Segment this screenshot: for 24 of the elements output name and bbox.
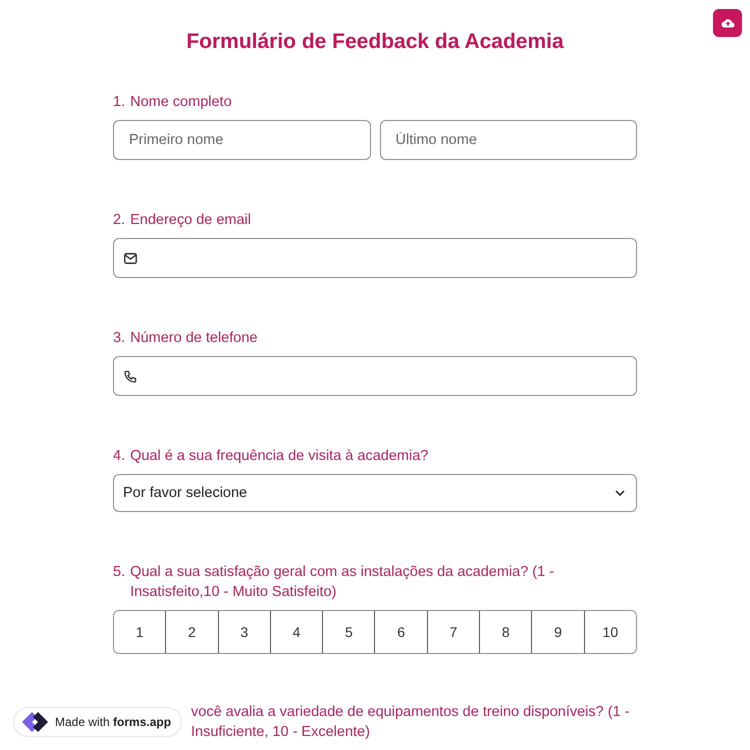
made-with-badge[interactable]: Made with forms.app <box>13 707 182 737</box>
question-label: Nome completo <box>130 93 232 112</box>
logo-icon <box>20 710 50 734</box>
question-label: Número de telefone <box>130 329 258 348</box>
email-field[interactable] <box>113 238 637 278</box>
select-dropdown[interactable]: Por favor selecione <box>113 474 637 512</box>
envelope-icon <box>124 252 137 264</box>
form-title: Formulário de Feedback da Academia <box>185 29 565 54</box>
chevron-down-icon <box>615 490 625 496</box>
question-number: 3. <box>113 329 126 348</box>
cloud-upload-icon <box>720 17 734 29</box>
input-field[interactable]: Primeiro nome <box>113 120 370 160</box>
phone-icon <box>124 370 137 382</box>
question-label: você avalia a variedade de equipamentos de treino disponíveis? (1 - Insuficiente, 10 - Excelente) <box>191 703 630 742</box>
upload-button[interactable] <box>713 9 742 37</box>
phone-field[interactable] <box>113 356 637 396</box>
question-label: Endereço de email <box>130 211 252 230</box>
question-number: 1. <box>113 93 126 112</box>
question-label: Qual é a sua frequência de visita à academia? <box>130 447 428 466</box>
question-number: 4. <box>113 447 126 466</box>
question-number: 2. <box>113 211 126 230</box>
rating-option[interactable]: 10 <box>584 611 636 653</box>
question-number: 5. <box>113 563 126 582</box>
question-label: Qual a sua satisfação geral com as instalações da academia? (1 - Insatisfeito,10 - Muito Satisfeito) <box>130 563 556 602</box>
